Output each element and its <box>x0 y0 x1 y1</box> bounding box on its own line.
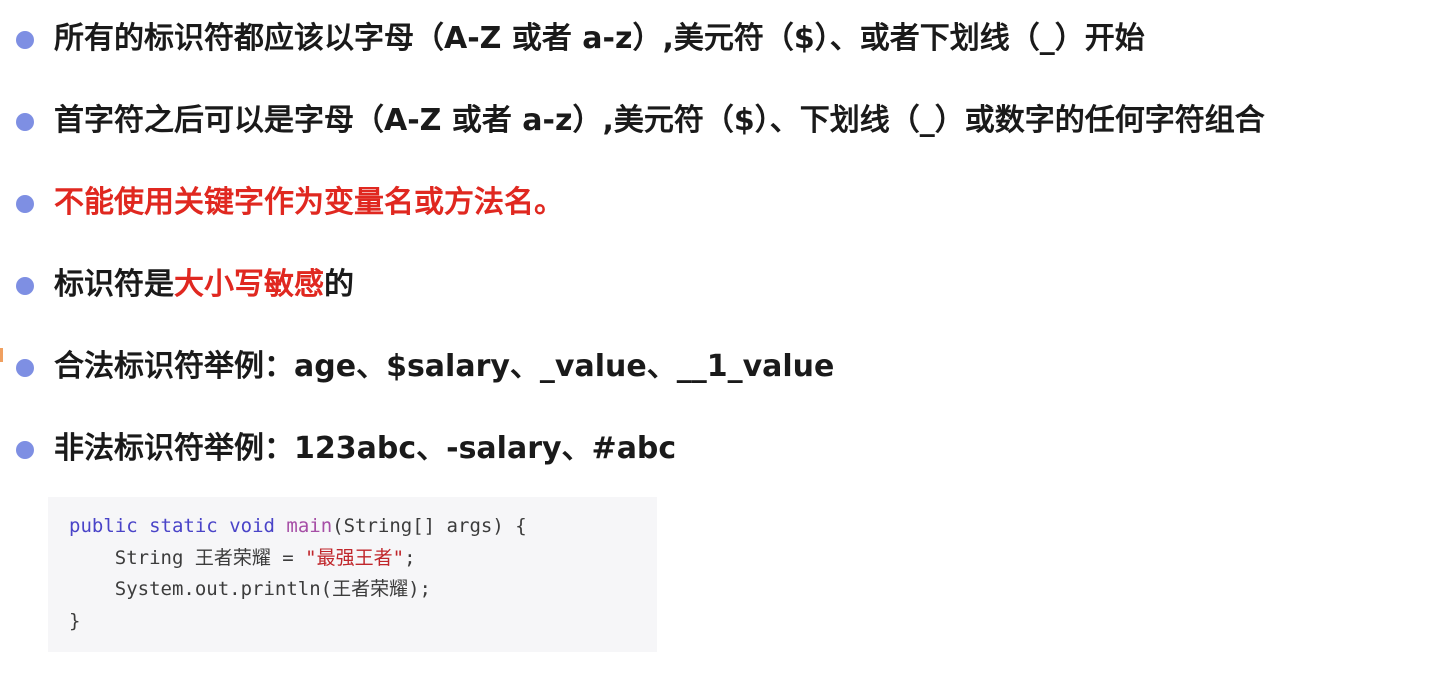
code-line: } <box>69 609 81 632</box>
bullet-dot-icon <box>16 277 34 295</box>
bullet-dot-icon <box>16 195 34 213</box>
bullet-text: 非法标识符举例：123abc、-salary、#abc <box>54 431 677 466</box>
bullet-text-warning: 不能使用关键字作为变量名或方法名。 <box>54 185 564 220</box>
code-text: ; <box>404 546 416 569</box>
code-line: public static void main(String[] args) { <box>69 511 657 543</box>
bullet-dot-icon <box>16 359 34 377</box>
code-keyword: public <box>69 515 138 537</box>
bullet-text: 首字符之后可以是字母（A-Z 或者 a-z）,美元符（$）、下划线（_）或数字的… <box>54 103 1265 138</box>
bullet-text-highlight: 大小写敏感 <box>174 267 324 302</box>
bullet-dot-icon <box>16 113 34 131</box>
bullet-item: 首字符之后可以是字母（A-Z 或者 a-z）,美元符（$）、下划线（_）或数字的… <box>16 98 1441 180</box>
slide: 所有的标识符都应该以字母（A-Z 或者 a-z）,美元符（$）、或者下划线（_）… <box>0 0 1445 675</box>
bullet-item: 不能使用关键字作为变量名或方法名。 <box>16 180 1441 262</box>
code-type: String <box>114 546 184 569</box>
code-function-name: main <box>286 515 333 537</box>
bullet-text: 所有的标识符都应该以字母（A-Z 或者 a-z）,美元符（$）、或者下划线（_）… <box>54 21 1145 56</box>
bullet-dot-icon <box>16 441 34 459</box>
bullet-text-prefix: 标识符是 <box>54 267 174 302</box>
code-text: (String[] args) { <box>332 515 527 537</box>
code-text: 王者荣耀 = <box>183 546 306 569</box>
code-keyword: static <box>149 515 218 537</box>
bullet-item: 非法标识符举例：123abc、-salary、#abc <box>16 426 1441 508</box>
bullet-list: 所有的标识符都应该以字母（A-Z 或者 a-z）,美元符（$）、或者下划线（_）… <box>16 16 1441 508</box>
bullet-item: 所有的标识符都应该以字母（A-Z 或者 a-z）,美元符（$）、或者下划线（_）… <box>16 16 1441 98</box>
bullet-item: 标识符是大小写敏感的 <box>16 262 1441 344</box>
code-block: public static void main(String[] args) {… <box>48 497 657 652</box>
bullet-text-suffix: 的 <box>324 267 354 302</box>
code-line: System.out.println(王者荣耀); <box>69 578 431 600</box>
bullet-dot-icon <box>16 31 34 49</box>
bullet-text: 合法标识符举例：age、$salary、_value、__1_value <box>54 349 835 384</box>
code-string: "最强王者" <box>305 546 405 569</box>
code-keyword: void <box>229 515 275 537</box>
bullet-item: 合法标识符举例：age、$salary、_value、__1_value <box>16 344 1441 426</box>
bullet-text: 标识符是大小写敏感的 <box>54 262 354 308</box>
code-line: String 王者荣耀 = "最强王者"; <box>69 543 657 575</box>
edge-marker <box>0 348 3 362</box>
